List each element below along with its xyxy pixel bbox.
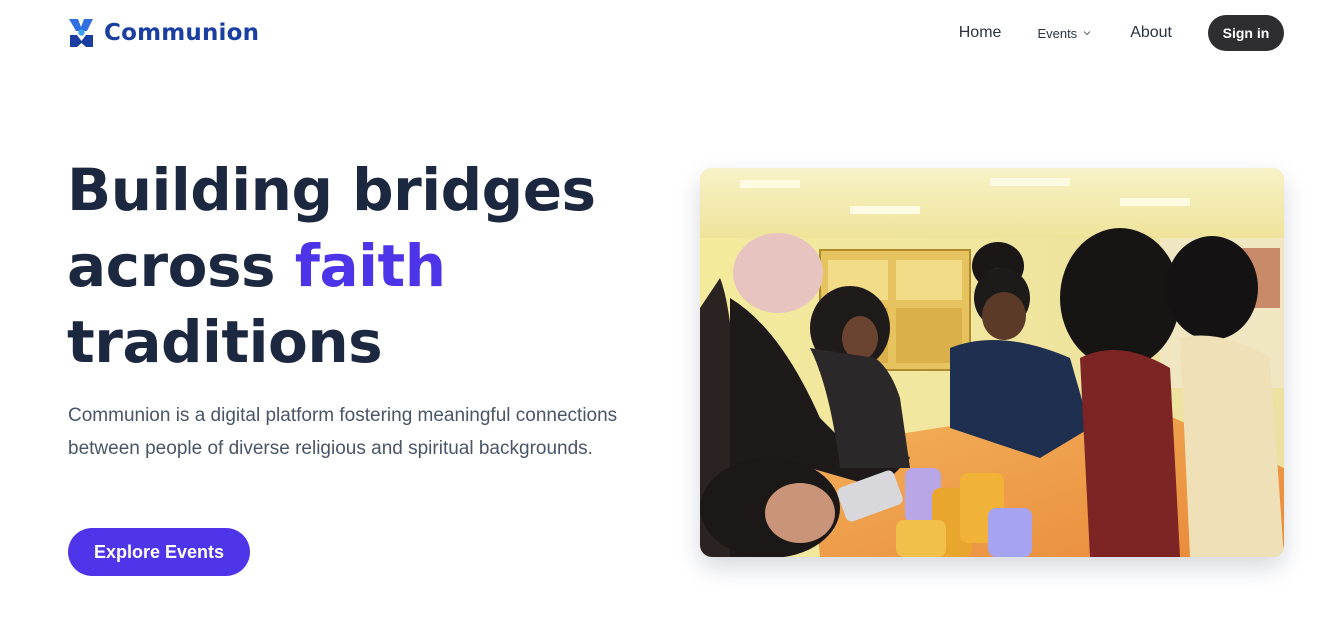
hero-title: Building bridges across faith traditions	[67, 152, 627, 380]
hero-photo	[700, 168, 1284, 557]
hero-title-line-1: Building bridges	[67, 156, 596, 224]
nav-item-about[interactable]: About	[1130, 24, 1172, 42]
nav-item-events[interactable]: Events	[1037, 26, 1092, 41]
hero-description: Communion is a digital platform fosterin…	[68, 405, 618, 459]
people-in-classroom-photo	[700, 168, 1284, 557]
nav-item-events-label: Events	[1037, 25, 1078, 41]
nav-menu: Home Events About Sign in	[959, 15, 1284, 51]
brand-logo-link[interactable]: Communion	[67, 16, 259, 50]
hero-title-highlight: faith	[294, 232, 446, 300]
chevron-down-icon	[1083, 31, 1091, 36]
nav-item-home[interactable]: Home	[959, 24, 1002, 42]
hero-title-line-2-prefix: across	[67, 232, 295, 300]
top-navigation: Communion Home Events About Sign in	[0, 0, 1334, 68]
brand-name: Communion	[104, 20, 260, 46]
sign-in-button[interactable]: Sign in	[1208, 15, 1284, 51]
explore-events-button[interactable]: Explore Events	[68, 528, 250, 576]
communion-logo-icon	[69, 19, 93, 47]
hero-title-line-3: traditions	[67, 308, 383, 376]
